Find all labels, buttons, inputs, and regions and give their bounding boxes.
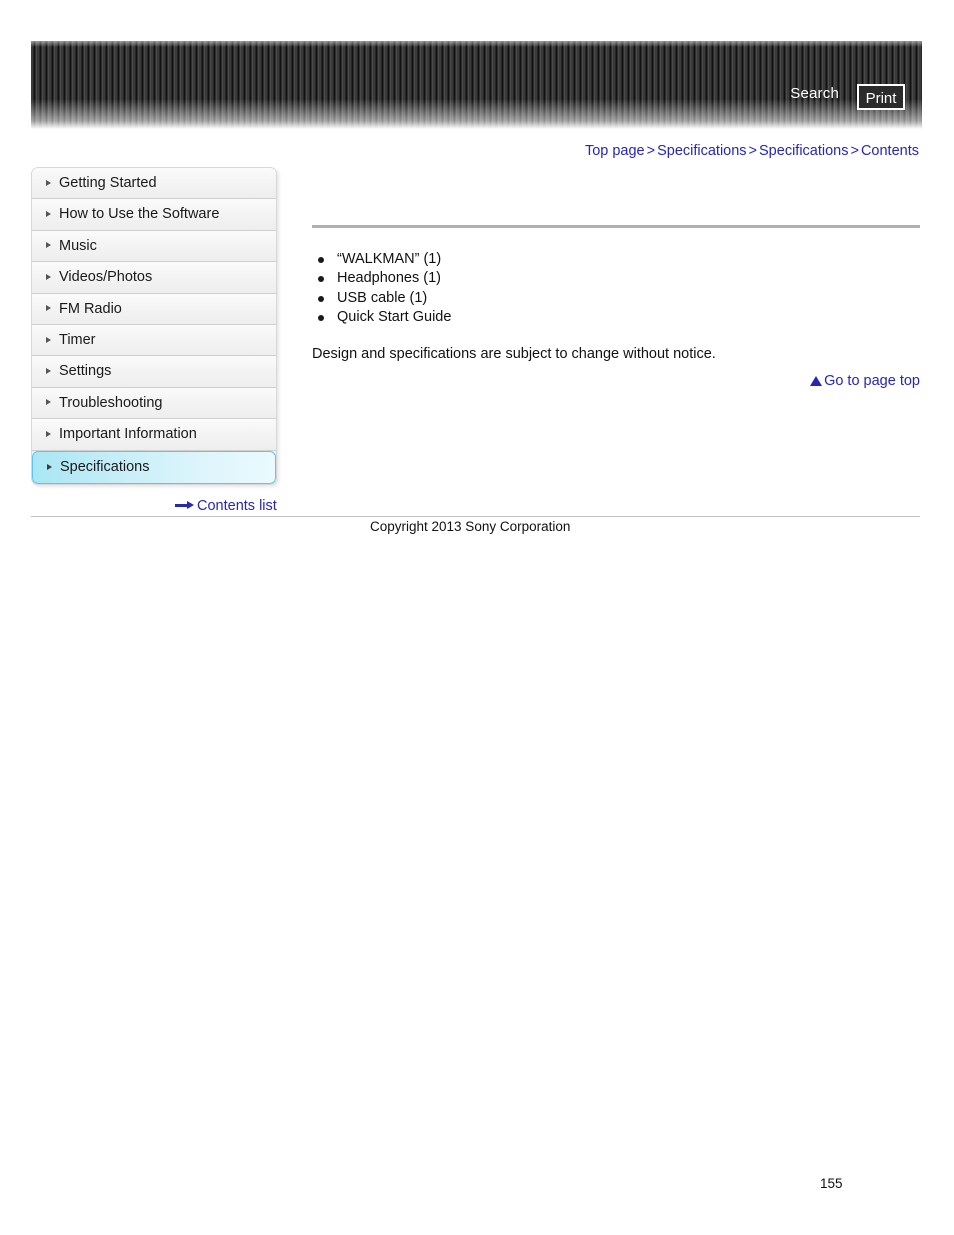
list-item: Quick Start Guide (312, 308, 920, 327)
banner-gloss (31, 41, 922, 47)
triangle-up-icon (810, 376, 823, 387)
sidebar-item-troubleshooting[interactable]: Troubleshooting (32, 387, 276, 420)
list-item: “WALKMAN” (1) (312, 250, 920, 269)
list-item: USB cable (1) (312, 289, 920, 308)
bullet-icon (318, 257, 324, 263)
chevron-right-icon (46, 211, 51, 218)
sidebar-item-label: Troubleshooting (59, 394, 163, 411)
contents-list-label: Contents list (197, 498, 277, 514)
footer-divider (31, 516, 920, 517)
sidebar-item-specifications[interactable]: Specifications (32, 450, 276, 484)
sidebar-item-label: FM Radio (59, 300, 122, 317)
list-item-label: Headphones (1) (337, 270, 441, 287)
sidebar-item-how-to-use-the-software[interactable]: How to Use the Software (32, 199, 276, 231)
chevron-right-icon (46, 368, 51, 375)
sidebar-item-label: How to Use the Software (59, 206, 220, 223)
chevron-right-icon (46, 179, 51, 186)
header-banner (31, 41, 922, 129)
page-number: 155 (820, 1176, 843, 1191)
sidebar-item-getting-started[interactable]: Getting Started (32, 168, 276, 200)
breadcrumb: Top page > Specifications > Specifications > C… (585, 143, 919, 159)
bullet-icon (318, 295, 324, 302)
breadcrumb-item-specifications-2[interactable]: Specifications (759, 143, 848, 159)
breadcrumb-separator: > (748, 143, 758, 159)
sidebar-item-label: Timer (59, 331, 96, 348)
chevron-right-icon (46, 242, 51, 249)
supplied-accessories-list: “WALKMAN” (1) Headphones (1) USB cable (… (312, 250, 920, 327)
sidebar-item-timer[interactable]: Timer (32, 324, 276, 357)
list-item-label: Quick Start Guide (337, 308, 452, 325)
go-to-page-top-label: Go to page top (824, 373, 920, 390)
sidebar-item-label: Settings (59, 363, 112, 380)
arrow-right-icon (175, 501, 194, 510)
main-content: “WALKMAN” (1) Headphones (1) USB cable (… (312, 167, 920, 389)
sidebar-nav: Getting Started How to Use the Software … (31, 167, 277, 485)
content-divider (312, 225, 920, 228)
go-to-page-top-link[interactable]: Go to page top (312, 373, 920, 389)
bullet-icon (318, 276, 324, 283)
copyright-text: Copyright 2013 Sony Corporation (370, 519, 571, 534)
breadcrumb-separator: > (646, 143, 656, 159)
contents-list-link[interactable]: Contents list (175, 498, 277, 514)
chevron-right-icon (46, 430, 51, 437)
search-label[interactable]: Search (790, 85, 839, 102)
sidebar-item-music[interactable]: Music (32, 230, 276, 263)
sidebar-item-label: Getting Started (59, 175, 157, 191)
chevron-right-icon (46, 305, 51, 312)
breadcrumb-item-specifications-1[interactable]: Specifications (657, 143, 746, 159)
sidebar-item-settings[interactable]: Settings (32, 356, 276, 388)
print-button[interactable]: Print (857, 84, 905, 110)
list-item-label: USB cable (1) (337, 289, 428, 306)
sidebar-item-important-information[interactable]: Important Information (32, 419, 276, 451)
sidebar-item-label: Videos/Photos (59, 269, 153, 286)
chevron-right-icon (46, 336, 51, 343)
list-item-label: “WALKMAN” (1) (337, 251, 442, 267)
sidebar-item-label: Music (59, 237, 97, 254)
bullet-icon (318, 314, 324, 321)
chevron-right-icon (46, 399, 51, 406)
chevron-right-icon (47, 463, 52, 470)
list-item: Headphones (1) (312, 269, 920, 288)
sidebar-item-fm-radio[interactable]: FM Radio (32, 293, 276, 325)
sidebar-item-label: Specifications (60, 458, 150, 475)
chevron-right-icon (46, 273, 51, 280)
breadcrumb-item-top-page[interactable]: Top page (585, 143, 645, 159)
design-notice-text: Design and specifications are subject to… (312, 346, 716, 363)
sidebar-item-label: Important Information (59, 426, 197, 443)
sidebar-item-videos-photos[interactable]: Videos/Photos (32, 262, 276, 294)
breadcrumb-item-contents[interactable]: Contents (861, 143, 919, 159)
breadcrumb-separator: > (850, 143, 859, 159)
